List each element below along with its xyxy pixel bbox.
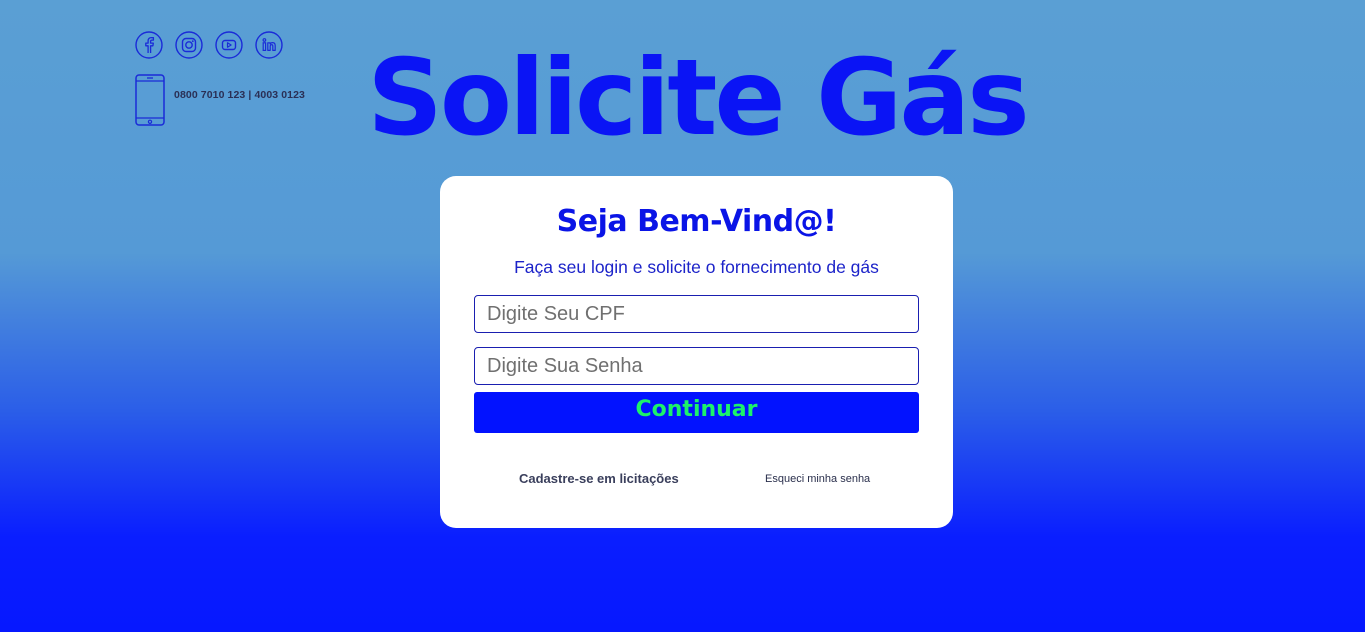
register-link[interactable]: Cadastre-se em licitações [519, 471, 679, 486]
login-subtitle: Faça seu login e solicite o fornecimento… [514, 257, 879, 277]
login-title: Seja Bem-Vind@! [556, 204, 837, 239]
forgot-password-link[interactable]: Esqueci minha senha [765, 473, 870, 485]
page-title: Solicite Gás [367, 37, 1029, 159]
cpf-input[interactable] [474, 295, 919, 333]
continue-button[interactable]: Continuar [474, 392, 919, 433]
password-input[interactable] [474, 347, 919, 385]
login-card: Seja Bem-Vind@! Faça seu login e solicit… [440, 176, 953, 528]
